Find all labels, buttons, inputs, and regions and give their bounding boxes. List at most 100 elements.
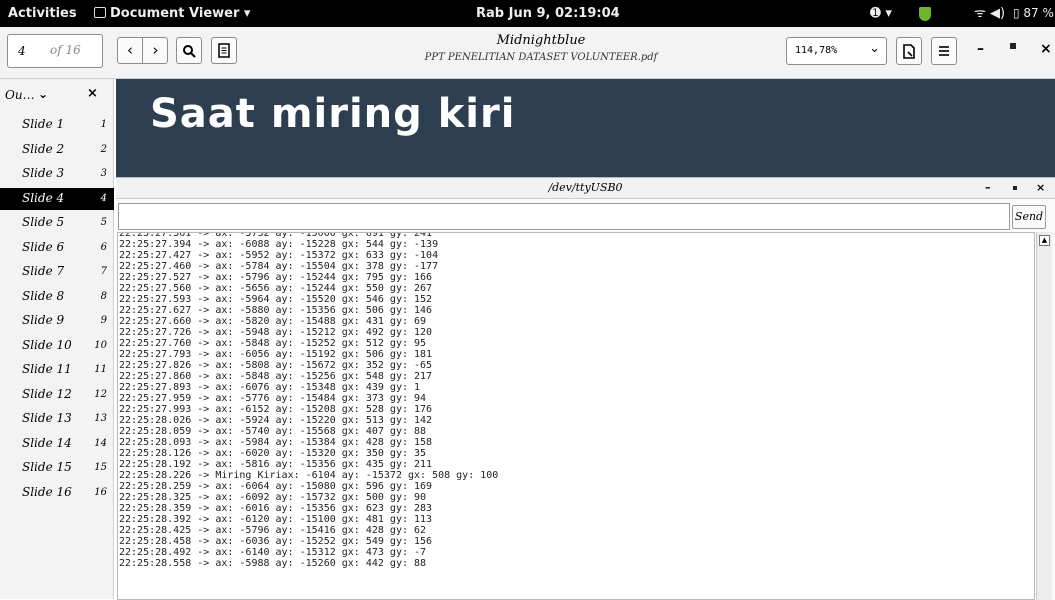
activities-button[interactable]: Activities: [8, 0, 77, 27]
serial-line: 22:25:27.793 -> ax: -6056 ay: -15192 gx:…: [119, 349, 433, 360]
serial-line: 22:25:27.959 -> ax: -5776 ay: -15484 gx:…: [119, 393, 427, 404]
page-current[interactable]: 4: [18, 44, 26, 58]
battery-icon: ▯: [1013, 6, 1024, 20]
serial-line: 22:25:28.325 -> ax: -6092 ay: -15732 gx:…: [119, 492, 427, 503]
sidebar-item-page-number: 9: [100, 315, 107, 326]
annotate-icon: [903, 44, 915, 59]
sidebar-item-slide-14[interactable]: Slide 14 14: [0, 433, 114, 455]
sidebar-item-page-number: 8: [100, 290, 107, 302]
next-page-button[interactable]: ›: [143, 38, 168, 63]
serial-line: 22:25:28.392 -> ax: -6120 ay: -15100 gx:…: [119, 514, 433, 525]
sidebar-item-page-number: 10: [94, 339, 107, 351]
sidebar-item-slide-13[interactable]: Slide 13 13: [0, 408, 114, 430]
shield-icon[interactable]: [919, 7, 931, 21]
serial-line: 22:25:28.026 -> ax: -5924 ay: -15220 gx:…: [119, 415, 433, 426]
serial-line: 22:25:28.126 -> ax: -6020 ay: -15320 gx:…: [119, 448, 427, 459]
serial-titlebar: /dev/ttyUSB0 – ×: [116, 178, 1055, 199]
window-maximize-button[interactable]: [1010, 43, 1016, 49]
sidebar-item-page-number: 5: [100, 217, 107, 228]
serial-lines: 22:25:27.361 -> ax: -5732 ay: -15000 gx:…: [119, 232, 499, 569]
sidebar-item-slide-5[interactable]: Slide 5 5: [0, 212, 114, 234]
serial-line: 22:25:28.192 -> ax: -5816 ay: -15356 gx:…: [119, 459, 433, 470]
sidebar-item-slide-10[interactable]: Slide 10 10: [0, 335, 114, 357]
sidebar-item-label: Slide 15: [22, 460, 72, 474]
sidebar-item-slide-9[interactable]: Slide 9 9: [0, 310, 114, 332]
serial-line: 22:25:28.093 -> ax: -5984 ay: -15384 gx:…: [119, 437, 433, 448]
serial-line: 22:25:28.425 -> ax: -5796 ay: -15416 gx:…: [119, 525, 427, 536]
sidebar-item-slide-4[interactable]: Slide 4 4: [0, 187, 114, 210]
accessibility-menu-icon[interactable]: ➊ ▾: [870, 0, 892, 27]
document-title: Midnightblue: [496, 33, 586, 48]
serial-line: 22:25:27.660 -> ax: -5820 ay: -15488 gx:…: [119, 316, 427, 327]
sidebar-item-slide-2[interactable]: Slide 2 2: [0, 139, 114, 161]
sidebar-mode-label[interactable]: Ou…: [5, 88, 35, 102]
sidebar-item-slide-1[interactable]: Slide 1 1: [0, 114, 114, 136]
document-filename: PPT PENELITIAN DATASET VOLUNTEER.pdf: [424, 52, 658, 63]
sidebar-toggle-button[interactable]: [211, 37, 237, 64]
serial-scrollbar[interactable]: ▲: [1036, 232, 1052, 600]
sidebar-item-page-number: 1: [100, 119, 107, 130]
sidebar-header: Ou… ⌄ ×: [0, 79, 114, 111]
window-close-button[interactable]: ×: [1040, 41, 1052, 57]
sidebar-item-page-number: 2: [100, 143, 107, 155]
document-viewer-app-icon: [94, 7, 106, 18]
page-total: of 16: [50, 43, 81, 57]
zoom-select[interactable]: 114,78% ⌄: [786, 37, 887, 65]
sidebar-item-label: Slide 16: [22, 484, 72, 499]
sidebar-item-slide-6[interactable]: Slide 6 6: [0, 237, 114, 259]
slide-page: Saat miring kiri: [116, 79, 1055, 181]
sidebar-item-slide-7[interactable]: Slide 7 7: [0, 261, 114, 283]
serial-maximize-button[interactable]: [1013, 186, 1017, 190]
volume-icon[interactable]: ◀): [990, 0, 1005, 27]
serial-line: 22:25:27.860 -> ax: -5848 ay: -15256 gx:…: [119, 371, 433, 382]
sidebar-item-slide-11[interactable]: Slide 11 11: [0, 359, 114, 381]
serial-minimize-button[interactable]: –: [985, 181, 991, 194]
hamburger-menu-button[interactable]: [931, 37, 957, 65]
serial-close-button[interactable]: ×: [1036, 181, 1045, 194]
serial-port-title: /dev/ttyUSB0: [548, 181, 623, 194]
scroll-up-icon[interactable]: ▲: [1039, 235, 1050, 246]
serial-output[interactable]: 22:25:27.361 -> ax: -5732 ay: -15000 gx:…: [117, 232, 1035, 600]
sidebar-item-slide-16[interactable]: Slide 16 16: [0, 482, 114, 504]
sidebar-item-label: Slide 13: [22, 411, 72, 425]
annotate-button[interactable]: [896, 37, 922, 65]
serial-line: 22:25:27.361 -> ax: -5732 ay: -15000 gx:…: [119, 232, 433, 239]
serial-line: 22:25:27.394 -> ax: -6088 ay: -15228 gx:…: [119, 239, 439, 250]
sidebar-item-page-number: 14: [94, 437, 107, 449]
sidebar-item-slide-3[interactable]: Slide 3 3: [0, 163, 114, 185]
sidebar-item-label: Slide 14: [22, 435, 72, 450]
sidebar-item-page-number: 11: [94, 364, 107, 375]
serial-line: 22:25:28.059 -> ax: -5740 ay: -15568 gx:…: [119, 426, 427, 437]
outline-sidebar: Ou… ⌄ × Slide 1 1 Slide 2 2 Slide 3 3 Slide 44…: [0, 79, 114, 599]
sidebar-item-label: Slide 12: [22, 386, 72, 401]
sidebar-close-icon[interactable]: ×: [87, 86, 98, 101]
sidebar-item-label: Slide 9: [22, 313, 65, 327]
serial-line: 22:25:28.259 -> ax: -6064 ay: -15080 gx:…: [119, 481, 433, 492]
sidebar-item-label: Slide 2: [22, 141, 65, 156]
serial-line: 22:25:28.226 -> Miring Kiriax: -6104 ay:…: [119, 470, 499, 481]
slide-title: Saat miring kiri: [150, 91, 516, 137]
page-navigation: ‹ ›: [117, 37, 168, 64]
chevron-down-icon[interactable]: ⌄: [38, 87, 48, 101]
clock[interactable]: Rab Jun 9, 02:19:04: [476, 0, 620, 27]
sidebar-item-slide-12[interactable]: Slide 12 12: [0, 384, 114, 406]
sidebar-item-label: Slide 11: [22, 362, 72, 376]
page-number-field[interactable]: 4 of 16: [7, 34, 103, 68]
viewer-header-bar: 4 of 16 ‹ › Midnightblue PPT PENELITIAN …: [0, 27, 1055, 79]
battery-percent: 87 % ▾: [1023, 6, 1055, 20]
serial-input-field[interactable]: [118, 203, 1010, 230]
battery-indicator[interactable]: ▯ 87 % ▾: [1013, 0, 1055, 27]
send-button[interactable]: Send: [1012, 205, 1046, 229]
sidebar-item-slide-15[interactable]: Slide 15 15: [0, 457, 114, 479]
sidebar-item-slide-8[interactable]: Slide 8 8: [0, 286, 114, 308]
window-minimize-button[interactable]: –: [977, 41, 984, 57]
sidebar-item-label: Slide 8: [22, 288, 65, 303]
wifi-icon[interactable]: ᯤ: [974, 0, 986, 27]
previous-page-button[interactable]: ‹: [118, 38, 143, 63]
serial-line: 22:25:27.993 -> ax: -6152 ay: -15208 gx:…: [119, 404, 433, 415]
search-button[interactable]: [176, 37, 202, 64]
sidebar-item-page-number: 15: [94, 462, 107, 473]
app-menu[interactable]: Document Viewer ▾: [94, 0, 250, 27]
sidebar-item-page-number: 7: [100, 266, 107, 277]
hamburger-menu-icon: [939, 46, 949, 56]
